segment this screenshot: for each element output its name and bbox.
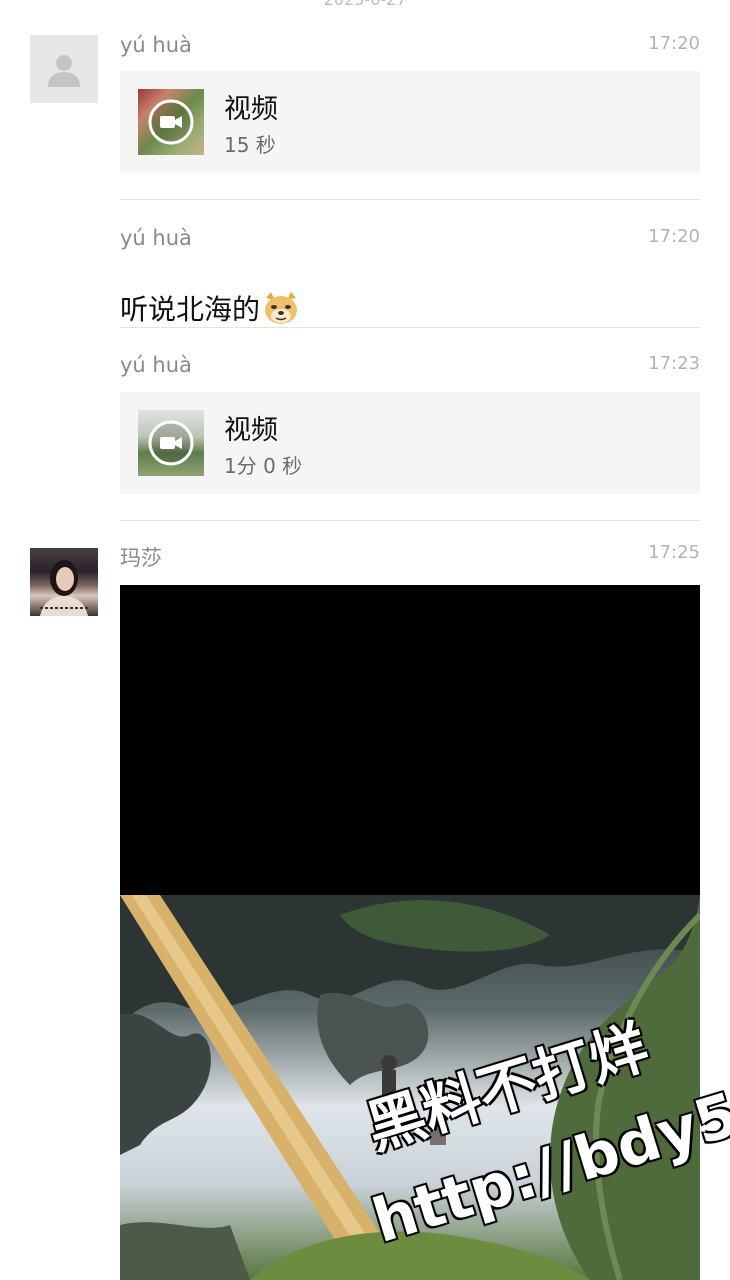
avatar-yu-hua[interactable]: [30, 35, 98, 103]
message-time: 17:25: [648, 542, 700, 563]
video-card-duration: 1分 0 秒: [224, 454, 303, 478]
video-camera-icon: [148, 99, 194, 145]
message-1: yú huà 17:20 视频 15 秒: [120, 33, 700, 173]
video-card-title: 视频: [224, 415, 278, 446]
sender-name: yú huà: [120, 226, 192, 250]
video-thumbnail: [138, 410, 204, 476]
message-text-row[interactable]: 听说北海的: [120, 288, 300, 328]
sender-name: 玛莎: [120, 546, 162, 570]
message-time: 17:20: [648, 33, 700, 54]
avatar-masha[interactable]: [30, 548, 98, 616]
message-time: 17:20: [648, 226, 700, 247]
message-3: yú huà 17:23 视频 1分 0 秒: [120, 353, 700, 494]
message-time: 17:23: [648, 353, 700, 374]
date-header: 2023-6-27: [0, 0, 730, 9]
video-card-title: 视频: [224, 94, 278, 125]
video-camera-icon: [148, 420, 194, 466]
divider: [120, 327, 700, 328]
divider: [120, 199, 700, 200]
video-thumbnail: [138, 89, 204, 155]
message-2: yú huà 17:20 听说北海的: [120, 226, 700, 326]
sender-name: yú huà: [120, 33, 192, 57]
person-silhouette-icon: [48, 55, 80, 87]
video-card[interactable]: 视频 15 秒: [120, 71, 700, 173]
sender-name: yú huà: [120, 353, 192, 377]
message-text: 听说北海的: [120, 293, 261, 326]
divider: [120, 520, 700, 521]
message-4: 玛莎 17:25: [120, 542, 700, 582]
video-card-duration: 15 秒: [224, 133, 276, 157]
video-card[interactable]: 视频 1分 0 秒: [120, 392, 700, 494]
portrait-image: [40, 560, 88, 616]
doge-emoji-icon: [265, 292, 298, 324]
